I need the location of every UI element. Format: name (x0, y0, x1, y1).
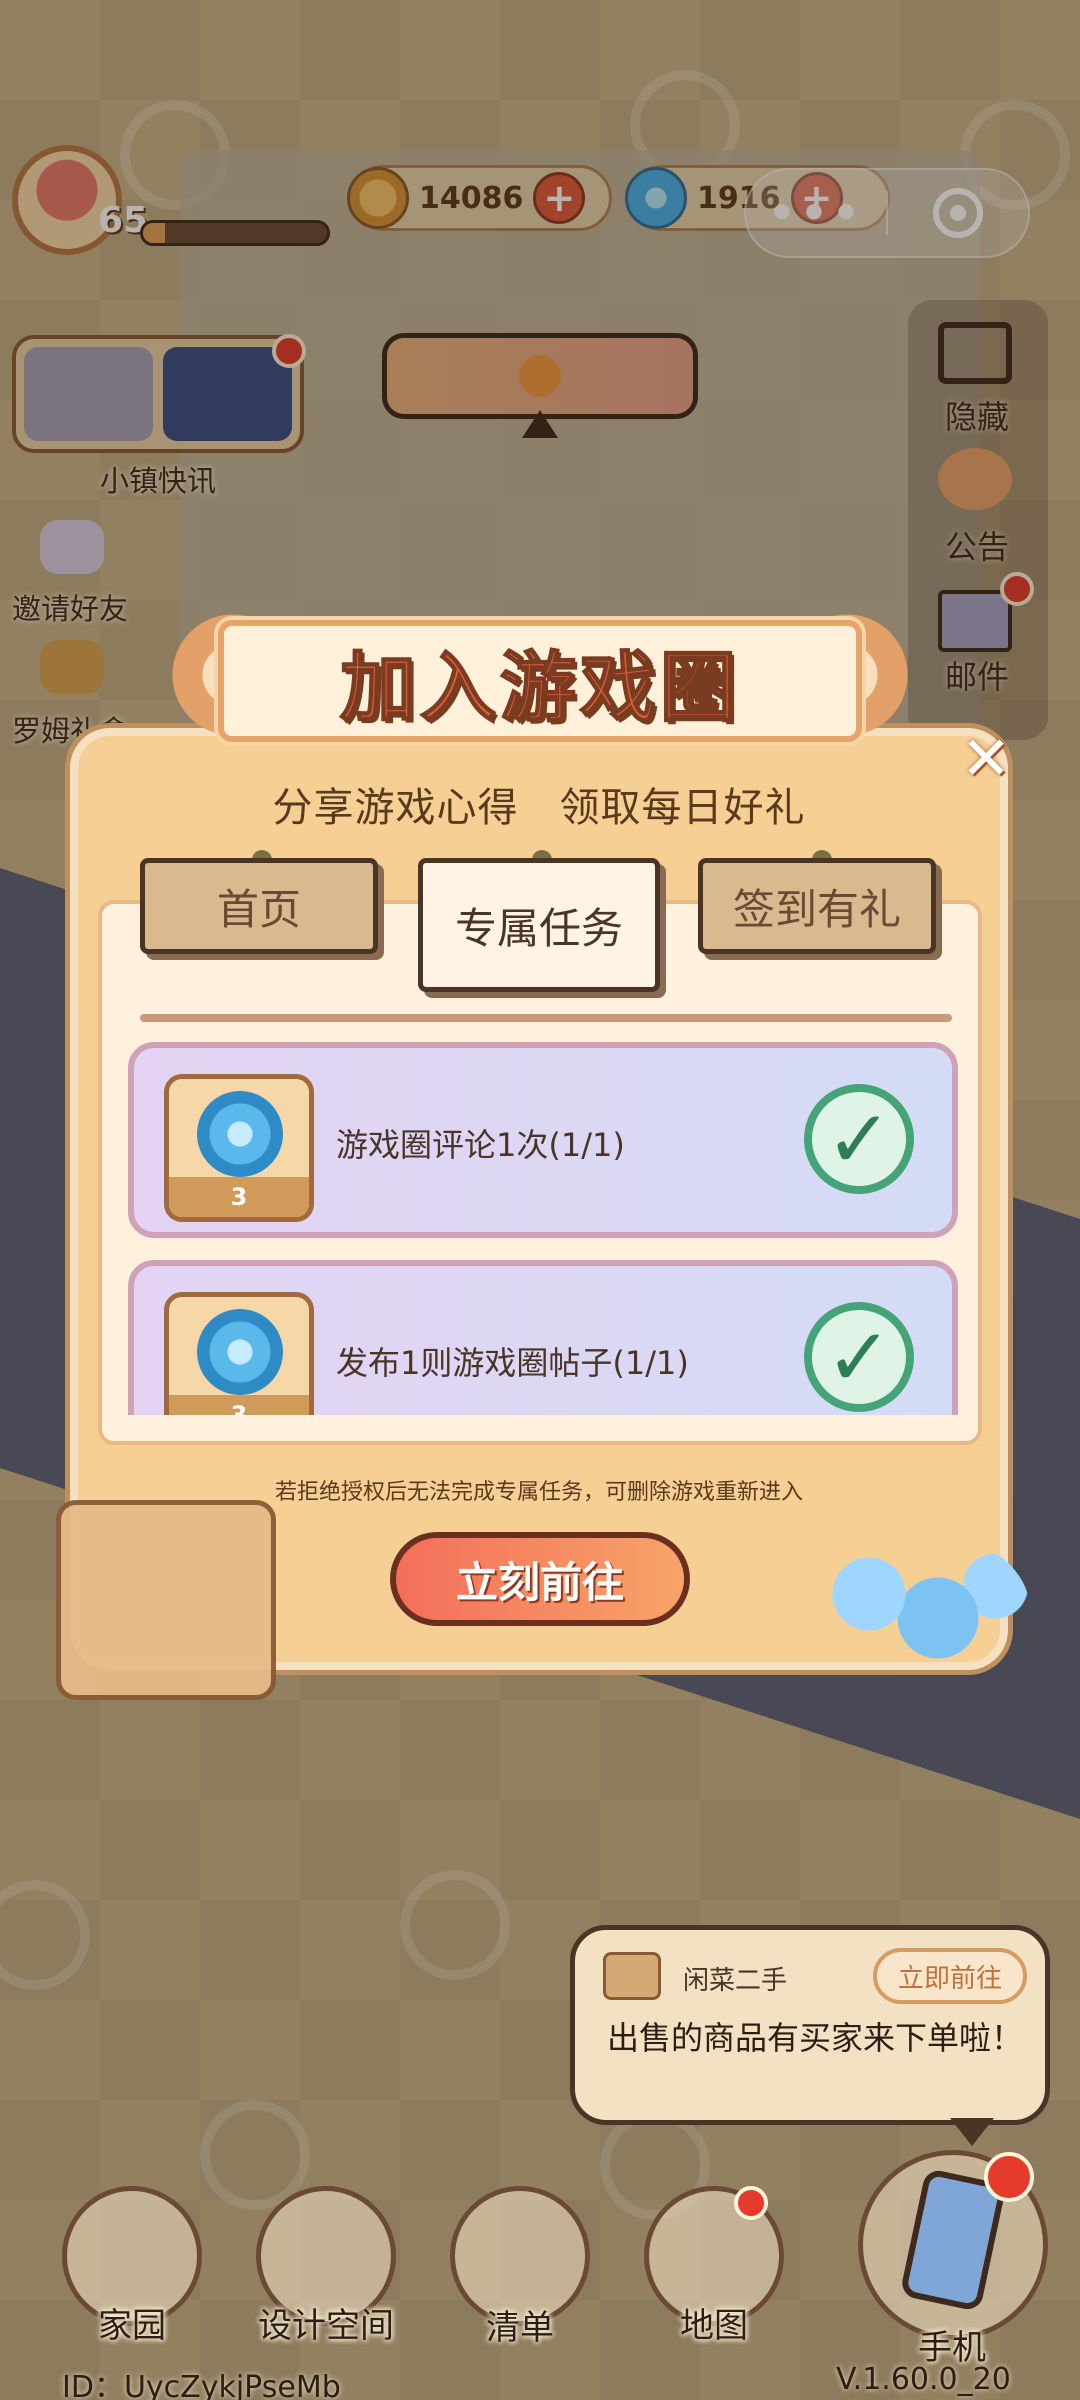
notification-tail (950, 2118, 994, 2146)
task-item: 3 发布1则游戏圈帖子(1/1) ✓ (128, 1260, 958, 1415)
task-list[interactable]: 3 游戏圈评论1次(1/1) ✓ 3 发布1则游戏圈帖子(1/1) ✓ (120, 1030, 970, 1415)
task-item: 3 游戏圈评论1次(1/1) ✓ (128, 1042, 958, 1238)
nav-home-label[interactable]: 家园 (32, 2298, 232, 2347)
map-notification-dot (734, 2186, 768, 2220)
market-stall-icon (603, 1952, 661, 2000)
go-now-button[interactable]: 立刻前往 (390, 1532, 690, 1626)
marketplace-notification[interactable]: 闲菜二手 立即前往 出售的商品有买家来下单啦！ (570, 1925, 1050, 2125)
tab-home[interactable]: 首页 (140, 858, 378, 954)
gem-pile-decoration (800, 1530, 1030, 1690)
tab-check-in-rewards[interactable]: 签到有礼 (698, 858, 936, 954)
notification-message: 出售的商品有买家来下单啦！ (606, 2019, 1023, 2057)
nav-design-label[interactable]: 设计空间 (226, 2298, 426, 2347)
check-complete-icon: ✓ (804, 1084, 914, 1194)
check-complete-icon: ✓ (804, 1302, 914, 1412)
task-reward-slot: 3 (164, 1292, 314, 1415)
blue-spiral-gem-icon (197, 1091, 283, 1177)
dialog-title-banner: 加入游戏圈 (218, 620, 862, 742)
player-id: ID：UycZykjPseMb (62, 2370, 341, 2400)
task-reward-count: 3 (169, 1177, 309, 1217)
task-list-divider (140, 1014, 952, 1022)
notification-source: 闲菜二手 (683, 1966, 788, 1996)
task-description: 发布1则游戏圈帖子(1/1) (336, 1344, 689, 1382)
task-reward-slot: 3 (164, 1074, 314, 1222)
gift-basket-decoration (56, 1500, 276, 1700)
blue-spiral-gem-icon (197, 1309, 283, 1395)
notification-go-button[interactable]: 立即前往 (873, 1948, 1027, 2004)
tab-exclusive-tasks[interactable]: 专属任务 (418, 858, 660, 992)
dialog-title: 加入游戏圈 (339, 642, 740, 733)
phone-notification-dot (984, 2152, 1034, 2202)
dialog-subtitle: 分享游戏心得 领取每日好礼 (272, 785, 806, 831)
task-description: 游戏圈评论1次(1/1) (336, 1126, 625, 1164)
game-version: V.1.60.0_20 (836, 2362, 1011, 2397)
nav-map-label[interactable]: 地图 (614, 2298, 814, 2347)
task-reward-count: 3 (169, 1395, 309, 1415)
nav-list-label[interactable]: 清单 (420, 2300, 620, 2349)
